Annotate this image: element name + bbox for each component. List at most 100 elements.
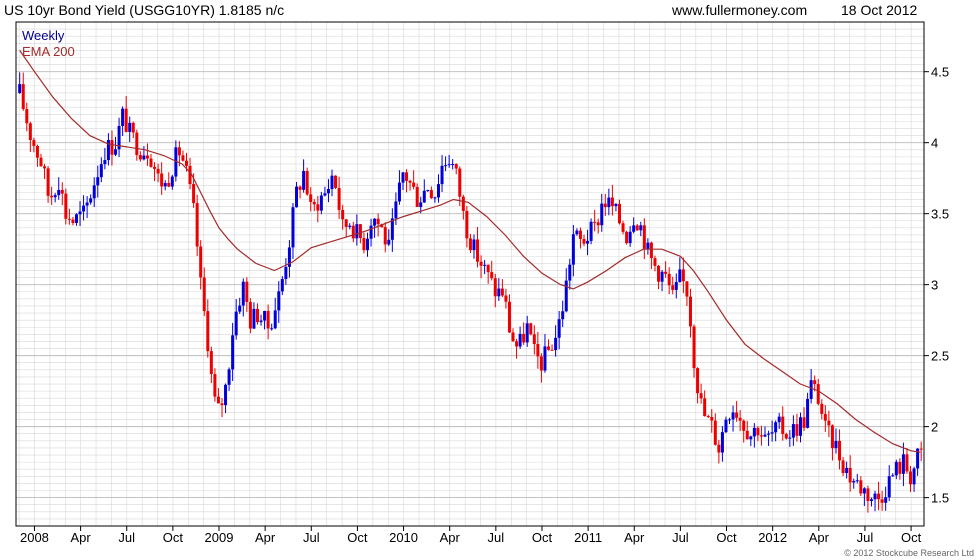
candle-body <box>82 205 86 212</box>
candle-body <box>422 190 426 203</box>
candle-body <box>646 242 650 249</box>
candle-body <box>852 481 856 483</box>
candle-body <box>234 311 238 336</box>
candle-body <box>735 412 739 418</box>
candle-body <box>688 296 692 327</box>
candle-body <box>667 273 671 286</box>
x-tick-label: Jul <box>303 530 320 545</box>
candle-body <box>848 467 852 483</box>
candle-body <box>284 266 288 280</box>
candle-body <box>259 320 263 323</box>
candle-body <box>383 227 387 245</box>
x-tick-label: 2010 <box>389 530 418 545</box>
candle-body <box>653 258 657 266</box>
candle-body <box>614 203 618 207</box>
x-tick-label: 2009 <box>205 530 234 545</box>
candle-body <box>912 468 916 485</box>
candle-body <box>919 448 923 450</box>
candle-body <box>894 461 898 476</box>
candle-body <box>305 171 309 195</box>
candle-body <box>326 189 330 194</box>
x-tick-label: Oct <box>901 530 922 545</box>
candle-body <box>909 471 913 485</box>
candle-body <box>369 225 373 239</box>
candle-body <box>671 285 675 290</box>
candle-body <box>216 396 220 404</box>
candles <box>18 72 923 513</box>
y-tick-label: 2 <box>931 420 938 435</box>
candle-body <box>330 175 334 190</box>
candle-body <box>500 288 504 296</box>
candle-body <box>777 416 781 423</box>
candle-body <box>674 282 678 290</box>
x-tick-label: Jul <box>672 530 689 545</box>
candle-body <box>706 416 710 418</box>
candle-body <box>46 168 50 196</box>
candle-body <box>550 349 554 351</box>
candle-body <box>607 197 611 208</box>
candle-body <box>532 334 536 345</box>
candle-body <box>468 238 472 251</box>
candle-body <box>816 384 820 404</box>
candle-body <box>539 356 543 371</box>
candle-body <box>60 189 64 194</box>
candle-body <box>337 187 341 210</box>
candle-body <box>781 416 785 434</box>
candle-body <box>806 398 810 428</box>
x-tick-label: Apr <box>440 530 461 545</box>
candle-body <box>323 193 327 196</box>
candle-body <box>436 184 440 198</box>
candle-body <box>298 186 302 190</box>
candle-body <box>71 219 75 224</box>
candle-body <box>742 420 746 431</box>
candle-body <box>877 493 881 500</box>
candle-body <box>497 288 501 297</box>
candle-body <box>791 424 795 438</box>
candle-body <box>901 454 905 474</box>
candle-body <box>213 374 217 397</box>
candle-body <box>291 207 295 248</box>
y-tick-label: 2.5 <box>931 349 949 364</box>
y-tick-label: 3.5 <box>931 207 949 222</box>
candle-body <box>245 281 249 302</box>
candle-body <box>515 341 519 347</box>
candle-body <box>862 488 866 494</box>
candle-body <box>358 224 362 239</box>
candle-body <box>554 337 558 351</box>
x-tick-label: Apr <box>809 530 830 545</box>
candle-body <box>649 242 653 259</box>
candle-body <box>749 436 753 440</box>
candle-body <box>25 109 29 124</box>
candle-body <box>57 189 61 196</box>
candle-body <box>490 272 494 279</box>
candle-body <box>632 225 636 232</box>
candle-body <box>231 335 235 370</box>
candle-body <box>621 223 625 232</box>
candle-body <box>728 419 732 421</box>
candle-body <box>873 493 877 500</box>
x-tick-label: Oct <box>532 530 553 545</box>
candle-body <box>124 108 128 132</box>
candle-body <box>309 194 313 202</box>
candle-body <box>366 238 370 251</box>
candle-body <box>578 230 582 239</box>
candle-body <box>394 201 398 219</box>
candle-body <box>32 140 36 146</box>
candle-body <box>504 295 508 302</box>
candle-body <box>678 269 682 283</box>
candle-body <box>444 165 448 167</box>
candle-body <box>603 203 607 208</box>
candle-body <box>188 165 192 184</box>
candle-body <box>21 84 25 110</box>
candle-body <box>884 497 888 503</box>
x-tick-label: Apr <box>624 530 645 545</box>
candle-body <box>717 444 721 453</box>
x-tick-label: Apr <box>255 530 276 545</box>
candle-body <box>770 432 774 434</box>
candle-body <box>103 160 107 165</box>
candle-body <box>184 160 188 166</box>
candle-body <box>713 420 717 445</box>
candle-body <box>43 166 47 169</box>
candle-body <box>745 430 749 440</box>
candle-body <box>39 157 43 167</box>
